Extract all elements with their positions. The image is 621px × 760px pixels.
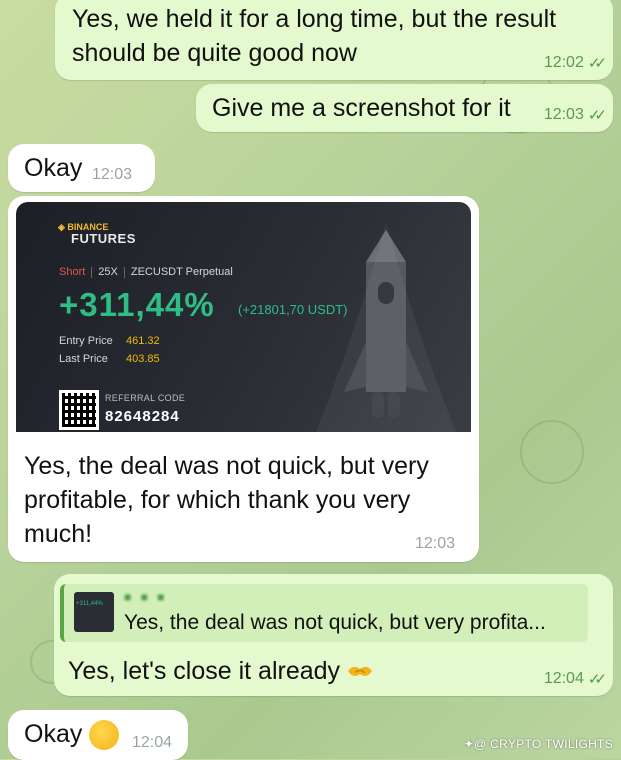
referral-code: 82648284 bbox=[105, 408, 180, 425]
message-time: 12:04 bbox=[132, 734, 173, 751]
message-time: 12:03 ✓✓ bbox=[543, 106, 607, 124]
hugging-face-emoji-icon bbox=[89, 720, 120, 751]
message-time: 12:02 ✓✓ bbox=[543, 54, 607, 72]
binance-pnl-card[interactable]: ◈ BINANCE FUTURES Short 25X ZECUSDT Perp… bbox=[16, 202, 471, 432]
message-text: Okay bbox=[24, 717, 120, 751]
message-text: Okay bbox=[24, 154, 83, 182]
message-outgoing[interactable]: Give me a screenshot for it 12:03 ✓✓ bbox=[196, 84, 613, 132]
reply-thumbnail: +311,44% bbox=[74, 592, 114, 632]
reply-preview[interactable]: +311,44% ■ ■ ■ Yes, the deal was not qui… bbox=[60, 584, 588, 642]
message-time: 12:03 bbox=[92, 166, 133, 183]
handshake-emoji-icon bbox=[348, 667, 372, 677]
reply-author: ■ ■ ■ bbox=[124, 590, 168, 604]
watermark: ✦@ CRYPTO TWILIGHTS bbox=[463, 737, 613, 751]
read-check-icon: ✓✓ bbox=[587, 671, 607, 688]
message-time: 12:03 bbox=[414, 535, 455, 552]
message-incoming-photo[interactable]: ◈ BINANCE FUTURES Short 25X ZECUSDT Perp… bbox=[8, 196, 479, 562]
contract-label: ZECUSDT Perpetual bbox=[130, 266, 233, 278]
last-price-label: Last Price bbox=[59, 353, 108, 365]
read-check-icon: ✓✓ bbox=[587, 55, 607, 72]
qr-code-icon bbox=[59, 390, 99, 430]
message-text: Yes, we held it for a long time, but the… bbox=[72, 5, 557, 67]
position-info: Short 25X ZECUSDT Perpetual bbox=[59, 266, 233, 278]
divider bbox=[91, 266, 93, 278]
brand-name: FUTURES bbox=[71, 231, 136, 246]
message-incoming[interactable]: Okay 12:04 bbox=[8, 710, 188, 760]
message-text: Yes, the deal was not quick, but very pr… bbox=[24, 452, 429, 548]
divider bbox=[123, 266, 125, 278]
read-check-icon: ✓✓ bbox=[587, 107, 607, 124]
rocket-illustration bbox=[316, 222, 456, 432]
entry-price-value: 461.32 bbox=[126, 335, 160, 347]
background-doodle bbox=[520, 420, 584, 484]
message-text: Give me a screenshot for it bbox=[212, 94, 511, 122]
last-price-value: 403.85 bbox=[126, 353, 160, 365]
leverage-label: 25X bbox=[98, 266, 118, 278]
reply-text: Yes, the deal was not quick, but very pr… bbox=[124, 611, 546, 634]
message-outgoing[interactable]: Yes, we held it for a long time, but the… bbox=[55, 0, 613, 80]
message-incoming[interactable]: Okay 12:03 bbox=[8, 144, 155, 192]
referral-label: REFERRAL CODE bbox=[105, 393, 186, 403]
message-outgoing-reply[interactable]: +311,44% ■ ■ ■ Yes, the deal was not qui… bbox=[54, 574, 613, 696]
pnl-percent: +311,44% bbox=[59, 286, 215, 323]
side-label: Short bbox=[59, 266, 86, 278]
message-text: Yes, let's close it already bbox=[68, 654, 373, 688]
message-time: 12:04 ✓✓ bbox=[543, 670, 607, 688]
entry-price-label: Entry Price bbox=[59, 335, 113, 347]
